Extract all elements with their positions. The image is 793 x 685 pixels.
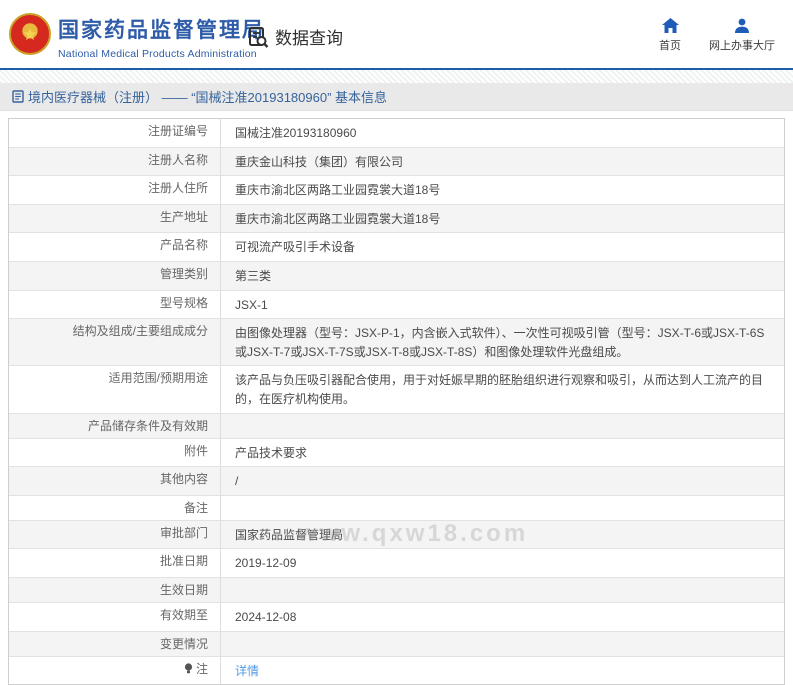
row-value: 国家药品监督管理局 — [235, 527, 344, 542]
national-emblem-logo: ★ — [9, 13, 51, 55]
table-row: 批准日期 2019-12-09 — [9, 549, 784, 578]
row-value: JSX-1 — [235, 297, 268, 312]
table-row: 备注 — [9, 495, 784, 521]
row-label: 管理类别 — [9, 261, 221, 290]
table-row: 适用范围/预期用途 该产品与负压吸引器配合使用，用于对妊娠早期的胚胎组织进行观察… — [9, 366, 784, 414]
row-label: 产品储存条件及有效期 — [9, 413, 221, 438]
row-label-text: 产品储存条件及有效期 — [87, 418, 208, 433]
row-label: 适用范围/预期用途 — [9, 366, 221, 413]
row-label-text: 备注 — [183, 500, 208, 515]
table-row: 结构及组成/主要组成成分 由图像处理器（型号：JSX-P-1，内含嵌入式软件）、… — [9, 319, 784, 367]
table-row: 注 详情 — [9, 656, 784, 685]
bulb-icon — [184, 662, 193, 674]
nav-service-hall-label: 网上办事大厅 — [709, 40, 775, 52]
row-value: 可视流产吸引手术设备 — [235, 240, 356, 255]
document-search-icon — [246, 25, 270, 49]
nav-home-label: 首页 — [659, 40, 681, 52]
table-wrap: 注册证编号 国械注准20193180960 注册人名称 重庆金山科技（集团）有限… — [8, 118, 785, 685]
nav-service-hall[interactable]: 网上办事大厅 — [709, 18, 775, 53]
breadcrumb-text: 境内医疗器械（注册） —— “国械注准20193180960” 基本信息 — [28, 90, 388, 105]
row-label: 附件 — [9, 438, 221, 467]
table-row: 注册人住所 重庆市渝北区两路工业园霓裳大道18号 — [9, 176, 784, 205]
table-row: 产品储存条件及有效期 — [9, 413, 784, 439]
row-label-text: 注册人住所 — [147, 181, 208, 196]
top-nav: 首页 网上办事大厅 — [659, 18, 775, 53]
row-label: 有效期至 — [9, 602, 221, 631]
data-query-label: 数据查询 — [275, 29, 343, 48]
row-label: 备注 — [9, 495, 221, 520]
row-value — [221, 496, 784, 520]
row-label-text: 适用范围/预期用途 — [108, 371, 208, 386]
row-value: 第三类 — [235, 268, 272, 283]
table-row: 注册证编号 国械注准20193180960 — [9, 119, 784, 148]
site-title-block: 国家药品监督管理局 National Medical Products Admi… — [58, 14, 265, 60]
row-label: 变更情况 — [9, 631, 221, 656]
nav-home[interactable]: 首页 — [659, 18, 681, 53]
row-label: 审批部门 — [9, 520, 221, 549]
row-label-text: 生产地址 — [159, 209, 208, 224]
row-value: / — [235, 474, 239, 489]
row-value: 重庆市渝北区两路工业园霓裳大道18号 — [235, 183, 441, 198]
row-value: 2024-12-08 — [235, 609, 297, 624]
row-value: 重庆金山科技（集团）有限公司 — [235, 154, 404, 169]
row-value: 国械注准20193180960 — [235, 126, 357, 140]
site-subtitle: National Medical Products Administration — [58, 48, 257, 60]
table-row: 注册人名称 重庆金山科技（集团）有限公司 — [9, 147, 784, 177]
table-row: 型号规格 JSX-1 — [9, 290, 784, 320]
row-label-text: 注册人名称 — [147, 152, 208, 167]
table-row: 变更情况 — [9, 631, 784, 657]
row-label: 注册证编号 — [9, 119, 221, 147]
data-query-nav[interactable]: 数据查询 — [246, 24, 343, 49]
table-row: 产品名称 可视流产吸引手术设备 — [9, 233, 784, 262]
texture-band — [0, 70, 793, 83]
table-row: 审批部门 国家药品监督管理局 — [9, 520, 784, 550]
row-label: 结构及组成/主要组成成分 — [9, 319, 221, 366]
row-value: 由图像处理器（型号：JSX-P-1，内含嵌入式软件）、一次性可视吸引管（型号：J… — [235, 326, 765, 359]
detail-link[interactable]: 详情 — [235, 664, 259, 678]
row-value: 产品技术要求 — [235, 445, 308, 460]
row-value: 重庆市渝北区两路工业园霓裳大道18号 — [235, 211, 441, 226]
table-row: 有效期至 2024-12-08 — [9, 602, 784, 632]
document-icon — [12, 90, 24, 103]
home-icon — [661, 18, 679, 33]
row-label: 生产地址 — [9, 204, 221, 233]
row-label-text: 批准日期 — [159, 554, 208, 569]
row-label-text: 注 — [195, 661, 208, 676]
row-label-text: 结构及组成/主要组成成分 — [72, 324, 208, 339]
row-value: 2019-12-09 — [235, 556, 297, 571]
header: ★ 国家药品监督管理局 National Medical Products Ad… — [0, 0, 793, 70]
row-label-text: 有效期至 — [159, 607, 208, 622]
row-label-text: 型号规格 — [159, 295, 208, 310]
row-label: 产品名称 — [9, 233, 221, 261]
row-label-text: 审批部门 — [159, 525, 208, 540]
breadcrumb-bar: 境内医疗器械（注册） —— “国械注准20193180960” 基本信息 — [0, 83, 793, 111]
row-label: 注册人住所 — [9, 176, 221, 204]
row-label: 其他内容 — [9, 467, 221, 495]
table-row: 其他内容 / — [9, 467, 784, 496]
row-label: 型号规格 — [9, 290, 221, 319]
row-label: 注 — [9, 656, 221, 685]
row-label-text: 管理类别 — [159, 266, 208, 281]
row-label-text: 附件 — [183, 443, 208, 458]
row-label-text: 其他内容 — [159, 472, 208, 487]
row-label-text: 产品名称 — [159, 238, 208, 253]
table-row: 管理类别 第三类 — [9, 261, 784, 291]
row-label: 批准日期 — [9, 549, 221, 577]
breadcrumb: 境内医疗器械（注册） —— “国械注准20193180960” 基本信息 — [12, 87, 387, 106]
site-title: 国家药品监督管理局 — [58, 19, 265, 42]
row-value: 该产品与负压吸引器配合使用，用于对妊娠早期的胚胎组织进行观察和吸引，从而达到人工… — [235, 373, 764, 406]
row-label-text: 生效日期 — [159, 582, 208, 597]
row-label-text: 注册证编号 — [147, 124, 208, 138]
row-label: 注册人名称 — [9, 147, 221, 176]
row-value: 详情 — [221, 657, 784, 685]
row-label-text: 变更情况 — [159, 636, 208, 651]
table-row: 生产地址 重庆市渝北区两路工业园霓裳大道18号 — [9, 204, 784, 234]
row-value — [221, 632, 784, 656]
table-row: 附件 产品技术要求 — [9, 438, 784, 468]
person-icon — [734, 18, 750, 33]
info-table: 注册证编号 国械注准20193180960 注册人名称 重庆金山科技（集团）有限… — [8, 118, 785, 685]
row-value — [221, 414, 784, 438]
